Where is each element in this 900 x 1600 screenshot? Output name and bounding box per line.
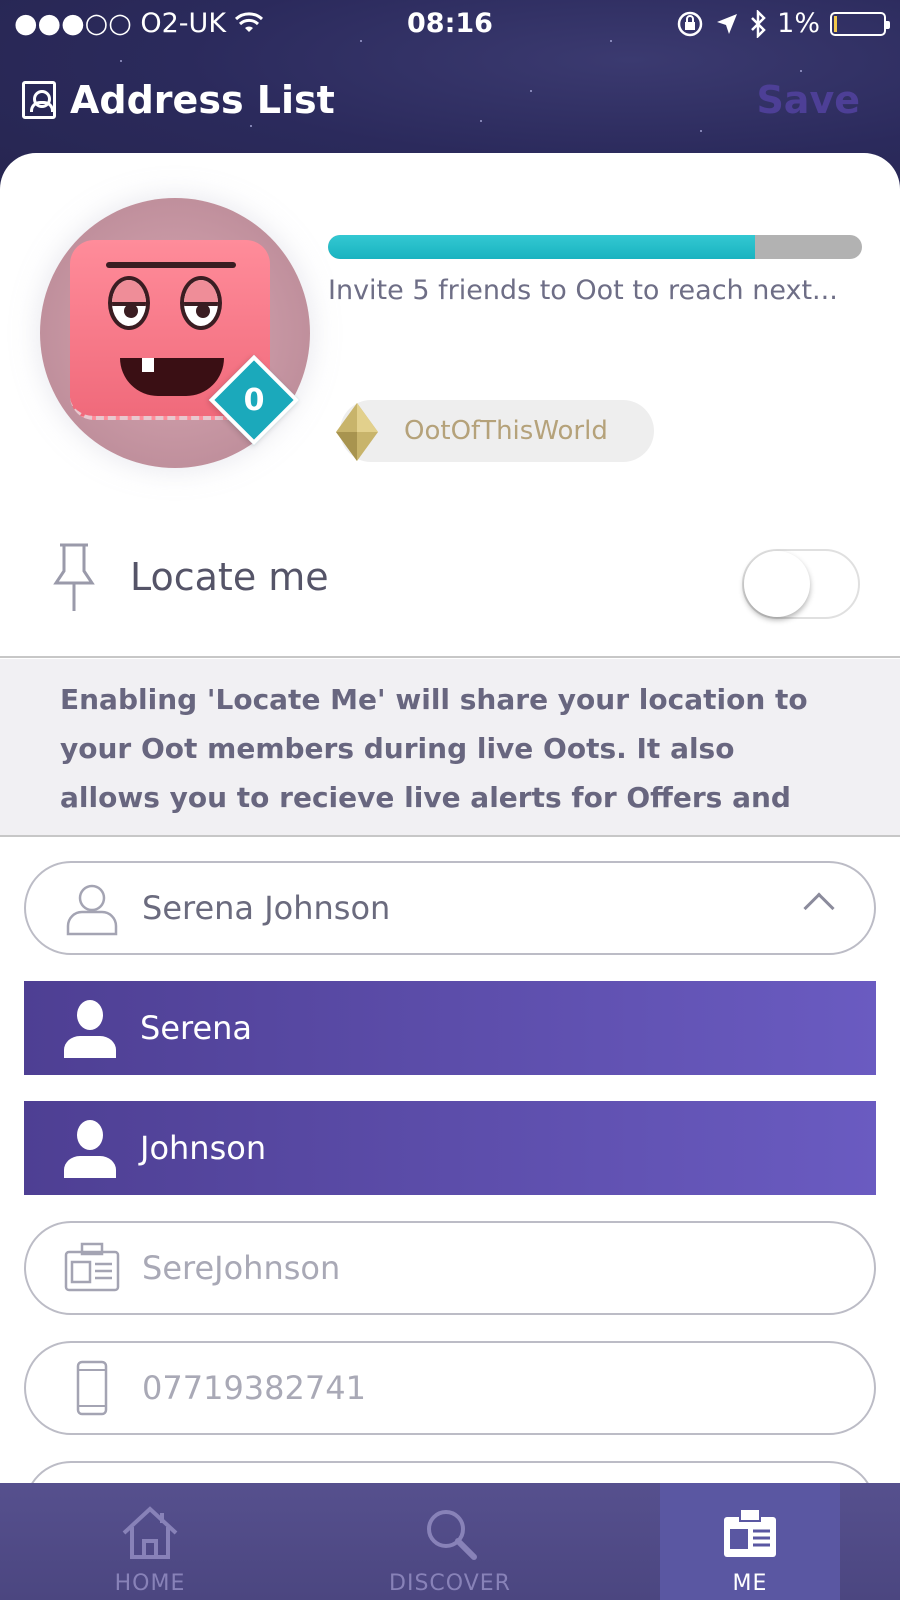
bottom-nav: HOME DISCOVER ME xyxy=(0,1483,900,1600)
nav-me[interactable]: ME xyxy=(600,1483,900,1600)
profile-section: 0 Invite 5 friends to Oot to reach next.… xyxy=(0,153,900,513)
bluetooth-icon xyxy=(751,9,766,38)
profile-card: 0 Invite 5 friends to Oot to reach next.… xyxy=(0,153,900,1483)
chevron-up-icon[interactable] xyxy=(803,892,835,924)
full-name-dropdown[interactable]: Serena Johnson xyxy=(24,861,876,955)
tier-badge[interactable]: OotOfThisWorld xyxy=(340,400,654,462)
id-card-icon xyxy=(64,1242,120,1292)
first-name-field[interactable]: Serena xyxy=(24,981,876,1075)
battery-icon xyxy=(830,11,890,36)
full-name-value: Serena Johnson xyxy=(142,889,391,927)
phone-field[interactable]: 07719382741 xyxy=(24,1341,876,1435)
user-icon xyxy=(64,1000,116,1058)
level-progress-fill xyxy=(328,235,756,259)
user-outline-icon xyxy=(66,884,118,936)
toggle-knob xyxy=(744,551,810,617)
home-icon xyxy=(122,1506,178,1559)
nav-discover[interactable]: DISCOVER xyxy=(300,1483,600,1600)
locate-me-toggle[interactable] xyxy=(742,549,860,619)
level-value: 0 xyxy=(243,382,265,418)
app-header: Address List Save xyxy=(22,72,860,128)
status-bar: ●●●○○ O2-UK 08:16 1% xyxy=(0,0,900,50)
first-name-value: Serena xyxy=(140,1009,253,1047)
pushpin-icon xyxy=(53,543,95,611)
tier-name: OotOfThisWorld xyxy=(404,416,608,446)
locate-me-row: Locate me xyxy=(0,513,900,658)
username-field[interactable]: SereJohnson xyxy=(24,1221,876,1315)
address-book-icon xyxy=(22,81,56,119)
save-button[interactable]: Save xyxy=(756,78,860,122)
user-icon xyxy=(64,1120,116,1178)
page-title: Address List xyxy=(70,78,335,122)
locate-info-box: Enabling 'Locate Me' will share your loc… xyxy=(0,659,900,837)
locate-info-text: Enabling 'Locate Me' will share your loc… xyxy=(60,683,808,814)
nav-discover-label: DISCOVER xyxy=(389,1571,511,1596)
nav-home[interactable]: HOME xyxy=(0,1483,300,1600)
nav-me-label: ME xyxy=(732,1571,768,1596)
mobile-phone-icon xyxy=(76,1360,108,1416)
nav-home-label: HOME xyxy=(114,1571,186,1596)
phone-placeholder: 07719382741 xyxy=(142,1369,366,1407)
locate-me-label: Locate me xyxy=(130,555,329,599)
battery-percent: 1% xyxy=(777,8,820,39)
id-card-icon xyxy=(724,1508,776,1557)
last-name-field[interactable]: Johnson xyxy=(24,1101,876,1195)
next-field[interactable] xyxy=(24,1461,876,1483)
invite-text: Invite 5 friends to Oot to reach next... xyxy=(328,275,838,306)
last-name-value: Johnson xyxy=(140,1129,267,1167)
rotation-lock-icon xyxy=(677,11,703,36)
location-arrow-icon xyxy=(717,13,738,34)
search-icon xyxy=(427,1510,477,1560)
username-placeholder: SereJohnson xyxy=(142,1249,341,1287)
level-progress-bar xyxy=(328,235,862,259)
diamond-icon xyxy=(336,403,378,461)
